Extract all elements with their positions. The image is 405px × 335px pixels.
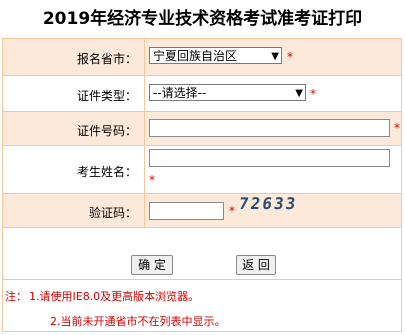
name-row: 考生姓名： * [3, 145, 401, 193]
province-select[interactable]: 宁夏回族自治区 ▼ [149, 47, 282, 64]
note-line-2: 2.当前未开通省市不在列表中显示。 [50, 315, 226, 328]
cert-no-input[interactable] [149, 119, 390, 137]
name-label: 考生姓名： [76, 165, 137, 179]
confirm-button[interactable]: 确 定 [131, 255, 173, 275]
required-mark: * [149, 173, 155, 187]
cert-type-row: 证件类型： --请选择-- ▼ * [3, 75, 401, 111]
back-button[interactable]: 返 回 [236, 255, 276, 275]
note-line-1: 1.请使用IE8.0及更高版本浏览器。 [29, 290, 200, 303]
required-mark: * [310, 87, 316, 101]
captcha-label: 验证码： [88, 206, 137, 220]
page-title: 2019年经济专业技术资格考试准考证打印 [42, 9, 363, 29]
province-row: 报名省市： 宁夏回族自治区 ▼ * [3, 39, 401, 75]
province-value: 宁夏回族自治区 [153, 49, 238, 63]
required-mark: * [229, 204, 235, 218]
name-input[interactable] [149, 149, 390, 167]
print-form: 报名省市： 宁夏回族自治区 ▼ * 证件类型： --请选择-- ▼ * 证件号码… [2, 38, 402, 332]
buttons-row: 确 定 返 回 [3, 227, 401, 279]
cert-no-row: 证件号码： * [3, 111, 401, 145]
notes-row: 注： 1.请使用IE8.0及更高版本浏览器。 2.当前未开通省市不在列表中显示。 [3, 279, 401, 331]
cert-type-select[interactable]: --请选择-- ▼ [149, 84, 306, 101]
required-mark: * [394, 121, 400, 135]
cert-type-label: 证件类型： [76, 89, 137, 103]
cert-no-label: 证件号码： [76, 124, 137, 138]
captcha-text: 72633 [237, 194, 299, 213]
chevron-down-icon: ▼ [295, 88, 303, 99]
note-prefix: 注： [5, 290, 27, 303]
captcha-image[interactable]: 72633 [237, 192, 309, 216]
captcha-input[interactable] [149, 202, 224, 220]
captcha-row: 验证码： * 72633 [3, 193, 401, 227]
cert-type-value: --请选择-- [153, 86, 207, 100]
required-mark: * [287, 50, 293, 64]
chevron-down-icon: ▼ [271, 51, 279, 62]
province-label: 报名省市： [76, 52, 137, 66]
